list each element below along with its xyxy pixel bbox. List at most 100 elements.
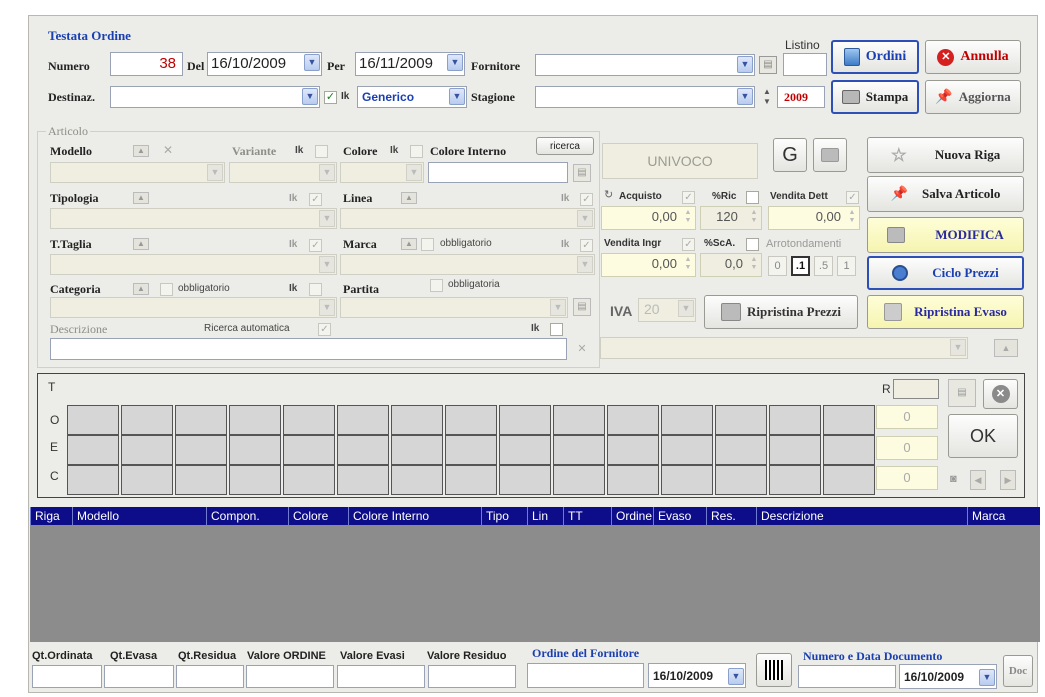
round-option-0[interactable]: 0 — [768, 256, 787, 276]
chevron-down-icon[interactable]: ▼ — [319, 164, 335, 181]
qt-ordinata-field[interactable] — [32, 665, 102, 688]
chevron-down-icon[interactable]: ▼ — [304, 54, 320, 71]
grid-tool-icon[interactable]: ▤ — [948, 379, 976, 407]
size-cell-c-15[interactable] — [823, 465, 875, 495]
size-cell-o-1[interactable] — [67, 405, 119, 435]
size-cell-e-1[interactable] — [67, 435, 119, 465]
size-cell-o-8[interactable] — [445, 405, 497, 435]
size-cell-c-6[interactable] — [337, 465, 389, 495]
sca-field[interactable]: 0,0 ▲ ▼ — [700, 253, 762, 277]
univoco-button[interactable]: UNIVOCO — [602, 143, 758, 179]
partita-obbligatoria-checkbox[interactable] — [430, 279, 443, 292]
size-cell-c-13[interactable] — [715, 465, 767, 495]
size-cell-o-15[interactable] — [823, 405, 875, 435]
categoria-obbligatorio-checkbox[interactable] — [160, 283, 173, 296]
chevron-down-icon[interactable]: ▼ — [737, 88, 753, 105]
column-header-colore-interno[interactable]: Colore Interno — [348, 507, 481, 525]
ordini-button[interactable]: Ordini — [831, 40, 919, 74]
eraser-icon[interactable]: ▲ — [133, 238, 149, 250]
size-cell-e-8[interactable] — [445, 435, 497, 465]
modifica-button[interactable]: MODIFICA — [867, 217, 1024, 253]
year-spinner-icon[interactable]: ▲ ▼ — [760, 87, 774, 107]
eraser-icon[interactable]: ▲ — [401, 238, 417, 250]
vendita-dett-checkbox[interactable]: ✓ — [846, 191, 859, 204]
size-cell-e-5[interactable] — [283, 435, 335, 465]
size-cell-c-10[interactable] — [553, 465, 605, 495]
size-cell-o-14[interactable] — [769, 405, 821, 435]
fornitore-list-icon[interactable]: ▤ — [759, 56, 777, 74]
descrizione-combo[interactable]: ▼ — [600, 337, 968, 359]
marca-obbligatorio-checkbox[interactable] — [421, 238, 434, 251]
qt-evasa-field[interactable] — [104, 665, 174, 688]
spinner-icon[interactable]: ▲ ▼ — [683, 256, 693, 272]
column-header-descrizione[interactable]: Descrizione — [756, 507, 967, 525]
acquisto-checkbox[interactable]: ✓ — [682, 191, 695, 204]
del-date-picker[interactable]: 16/10/2009 ▼ — [207, 52, 322, 76]
size-cell-e-3[interactable] — [175, 435, 227, 465]
column-header-lin[interactable]: Lin — [527, 507, 563, 525]
grid-cancel-button[interactable]: ✕ — [983, 379, 1018, 409]
next-icon[interactable]: ▶ — [1000, 470, 1016, 490]
partita-list-icon[interactable]: ▤ — [573, 298, 591, 316]
chevron-down-icon[interactable]: ▼ — [728, 668, 744, 685]
size-cell-c-9[interactable] — [499, 465, 551, 495]
listino-field[interactable] — [783, 53, 827, 76]
size-cell-c-14[interactable] — [769, 465, 821, 495]
colore-interno-list-icon[interactable]: ▤ — [573, 164, 591, 182]
size-cell-o-9[interactable] — [499, 405, 551, 435]
column-header-tipo[interactable]: Tipo — [481, 507, 527, 525]
size-cell-e-11[interactable] — [607, 435, 659, 465]
size-cell-e-6[interactable] — [337, 435, 389, 465]
size-cell-o-12[interactable] — [661, 405, 713, 435]
ordine-date-picker[interactable]: 16/10/2009 ▼ — [648, 663, 746, 688]
size-cell-c-4[interactable] — [229, 465, 281, 495]
rows-table[interactable]: Riga Modello Compon. Colore Colore Interno Ti… — [30, 507, 1040, 642]
size-cell-c-11[interactable] — [607, 465, 659, 495]
ciclo-prezzi-button[interactable]: Ciclo Prezzi — [867, 256, 1024, 290]
camera-button[interactable] — [813, 138, 847, 172]
chevron-down-icon[interactable]: ▼ — [319, 299, 335, 316]
aggiorna-button[interactable]: 📌 Aggiorna — [925, 80, 1021, 114]
descrizione-ik-checkbox[interactable] — [550, 323, 563, 336]
chevron-down-icon[interactable]: ▼ — [577, 210, 593, 227]
prev-icon[interactable]: ◀ — [970, 470, 986, 490]
colore-interno-field[interactable] — [428, 162, 568, 183]
round-option-01[interactable]: .1 — [791, 256, 810, 276]
size-cell-e-12[interactable] — [661, 435, 713, 465]
chevron-down-icon[interactable]: ▼ — [406, 164, 422, 181]
sca-checkbox[interactable] — [746, 238, 759, 251]
ric-field[interactable]: 120 ▲ ▼ — [700, 206, 762, 230]
size-cell-o-6[interactable] — [337, 405, 389, 435]
eraser-icon[interactable]: ▲ — [994, 339, 1018, 357]
variante-select[interactable]: ▼ — [229, 162, 337, 183]
column-header-tt[interactable]: TT — [563, 507, 611, 525]
chevron-down-icon[interactable]: ▼ — [319, 210, 335, 227]
vendita-ingr-checkbox[interactable]: ✓ — [682, 238, 695, 251]
chevron-down-icon[interactable]: ▼ — [979, 669, 995, 686]
size-cell-o-11[interactable] — [607, 405, 659, 435]
tipologia-select[interactable]: ▼ — [50, 208, 337, 229]
tipologia-ik-checkbox[interactable]: ✓ — [309, 193, 322, 206]
categoria-ik-checkbox[interactable] — [309, 283, 322, 296]
size-cell-o-2[interactable] — [121, 405, 173, 435]
iva-select[interactable]: 20 ▼ — [638, 298, 696, 322]
spinner-icon[interactable]: ▲ ▼ — [683, 209, 693, 225]
t-taglia-select[interactable]: ▼ — [50, 254, 337, 275]
colore-ik-checkbox[interactable] — [410, 145, 423, 158]
clear-icon[interactable]: ✕ — [163, 143, 173, 157]
size-cell-c-3[interactable] — [175, 465, 227, 495]
r-field[interactable] — [893, 379, 939, 399]
column-header-evaso[interactable]: Evaso — [653, 507, 706, 525]
chevron-down-icon[interactable]: ▼ — [449, 88, 465, 105]
descrizione-field[interactable] — [50, 338, 567, 360]
size-cell-c-5[interactable] — [283, 465, 335, 495]
size-cell-o-13[interactable] — [715, 405, 767, 435]
nuova-riga-button[interactable]: ☆ Nuova Riga — [867, 137, 1024, 173]
numero-field[interactable]: 38 — [110, 52, 183, 76]
size-cell-c-7[interactable] — [391, 465, 443, 495]
per-date-picker[interactable]: 16/11/2009 ▼ — [355, 52, 465, 76]
doc-button[interactable]: Doc — [1003, 655, 1033, 687]
valore-residuo-field[interactable] — [428, 665, 516, 688]
column-header-ordine[interactable]: Ordine — [611, 507, 653, 525]
spinner-icon[interactable]: ▲ ▼ — [847, 209, 857, 225]
